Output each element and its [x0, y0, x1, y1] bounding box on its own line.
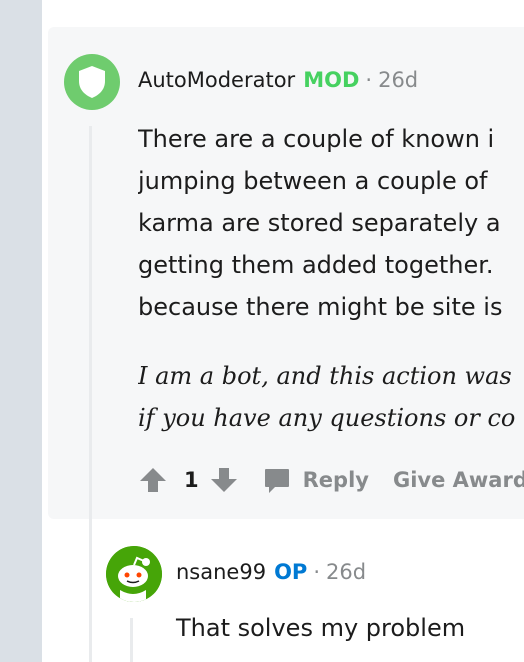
downvote-arrow-icon[interactable] — [209, 465, 239, 495]
avatar[interactable] — [64, 54, 120, 110]
bot-disclaimer-line: I am a bot, and this action was — [138, 362, 512, 390]
shield-icon — [79, 66, 105, 98]
author-name[interactable]: AutoModerator — [138, 68, 295, 92]
thread-collapse-line[interactable] — [130, 618, 133, 662]
comment-body-line: karma are stored separately a — [138, 209, 501, 237]
thread-collapse-line[interactable] — [89, 126, 92, 662]
comment-body: There are a couple of known i jumping be… — [138, 118, 524, 328]
reply-timestamp[interactable]: 26d — [326, 560, 366, 584]
reply-button-label: Reply — [302, 468, 369, 492]
comment-body-line: jumping between a couple of — [138, 167, 488, 195]
comment-body-line: because there might be site is — [138, 293, 503, 321]
upvote-arrow-icon[interactable] — [138, 465, 168, 495]
vote-score: 1 — [184, 468, 199, 492]
op-badge: OP — [274, 560, 308, 584]
meta-separator: · — [313, 560, 321, 584]
bot-disclaimer-line: if you have any questions or co — [138, 404, 516, 432]
reply-body: That solves my problem — [176, 614, 466, 642]
comment-meta: AutoModerator MOD · 26d — [138, 68, 418, 92]
reply-button[interactable]: Reply — [263, 466, 369, 494]
reply-meta: nsane99 OP · 26d — [176, 560, 366, 584]
comment-timestamp[interactable]: 26d — [378, 68, 418, 92]
left-gutter — [0, 0, 42, 662]
speech-bubble-icon — [264, 469, 289, 493]
avatar[interactable] — [106, 546, 162, 602]
snoo-avatar-icon — [106, 546, 162, 602]
comment-body-line: There are a couple of known i — [138, 125, 495, 153]
mod-badge: MOD — [303, 68, 360, 92]
meta-separator: · — [365, 68, 373, 92]
bot-disclaimer: I am a bot, and this action was if you h… — [138, 355, 524, 439]
author-name[interactable]: nsane99 — [176, 560, 266, 584]
comment-body-line: getting them added together. — [138, 251, 494, 279]
give-award-button[interactable]: Give Award — [393, 468, 524, 492]
comment-actions: 1 Reply Give Award — [138, 458, 524, 502]
